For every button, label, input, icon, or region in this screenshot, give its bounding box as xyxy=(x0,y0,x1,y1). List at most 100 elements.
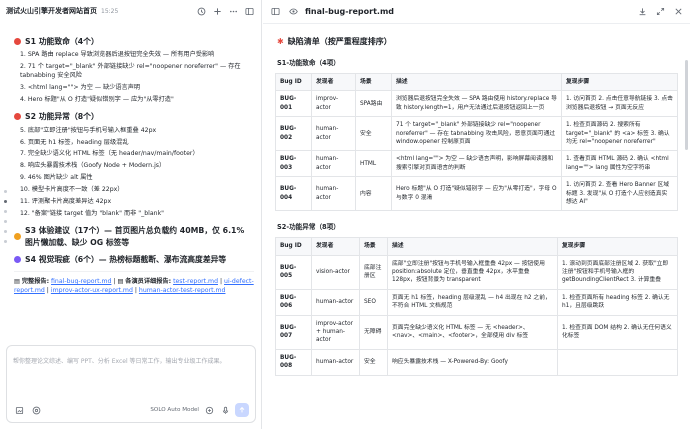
cell: improv-actor + human-actor xyxy=(311,314,360,350)
cell: 无障碍 xyxy=(359,314,388,350)
chat-message: S1 功能致命（4个） 1. SPA 路由 replace 导致浏览器后退按钮完… xyxy=(0,22,262,344)
table-row: BUG-006 human-actor SEO 页面无 h1 标签，headin… xyxy=(275,288,678,316)
document-header: final-bug-report.md xyxy=(263,0,690,24)
scrollbar-thumb[interactable] xyxy=(685,60,688,150)
cell xyxy=(557,348,678,376)
cell: BUG-001 xyxy=(275,90,312,118)
red-dot-icon xyxy=(14,38,21,46)
list-item: 2. 71 个 target="_blank" 外部链接缺少 rel="noop… xyxy=(20,63,241,80)
list-item: 11. 评测聚卡片高度差异达 42px xyxy=(20,198,112,206)
cell: 页面无 h1 标签，heading 层级混乱 — h4 出现在 h2 之前，不符… xyxy=(387,288,558,316)
cell: BUG-005 xyxy=(275,254,312,290)
preview-eye-icon[interactable] xyxy=(287,6,299,18)
section-heading-s4: S4 视觉瑕疵（6个）— 热榜标题截断、瀑布流高度差异等 xyxy=(14,254,254,265)
message-input[interactable]: 帮你整理论文综述、编写 PPT、分析 Excel 等日常工作，输出专业级工作成果… xyxy=(13,356,226,365)
composer-tools xyxy=(13,404,42,416)
cell: human-actor xyxy=(311,150,356,178)
chat-header: 测试火山引擎开发者网站首页 15:25 xyxy=(0,0,261,22)
folder-icon: ▤ xyxy=(117,278,124,286)
download-icon[interactable] xyxy=(636,6,648,18)
expand-icon[interactable] xyxy=(654,6,666,18)
cell: human-actor xyxy=(311,116,356,152)
cell: BUG-008 xyxy=(275,348,312,376)
section-title: S3 体验建议（17个）— 首页图片总负载约 40MB，仅 6.1% 图片懒加载… xyxy=(25,226,245,247)
s1-list: 1. SPA 路由 replace 导致浏览器后退按钮完全失效 — 所有用户受影… xyxy=(20,51,254,105)
cell: HTML xyxy=(355,150,392,178)
cell: 安全 xyxy=(359,348,388,376)
close-icon[interactable] xyxy=(672,6,684,18)
th-scene: 场景 xyxy=(355,72,392,92)
th-steps: 复现步骤 xyxy=(557,237,678,256)
section-heading-s1: S1 功能致命（4个） xyxy=(14,36,254,47)
cell: BUG-002 xyxy=(275,116,312,152)
cell: 底部注册区 xyxy=(359,254,388,290)
section-heading-s2: S2 功能异常（8个） xyxy=(14,111,254,122)
more-icon[interactable] xyxy=(227,5,239,17)
section-title: S2 功能异常（8个） xyxy=(25,112,99,122)
cell: 响应头暴露技术栈 — X-Powered-By: Goofy xyxy=(387,348,558,376)
cell: SPA路由 xyxy=(355,90,392,118)
bug-icon: ✱ xyxy=(277,37,284,46)
human-report-link[interactable]: human-actor-test-report.md xyxy=(139,287,226,294)
microphone-icon[interactable] xyxy=(219,404,231,416)
list-item: 12. "备案"链接 target 值为 "blank" 而非 "_blank" xyxy=(20,210,165,218)
history-icon[interactable] xyxy=(195,5,207,17)
s2-list: 5. 底部"立即注册"按钮与手机号输入框重叠 42px 6. 页面无 h1 标签… xyxy=(20,127,254,220)
list-item: 4. Hero 标题"从 O 打造"疑似错别字 — 应为"从零打造" xyxy=(20,96,174,104)
th-description: 描述 xyxy=(387,237,558,256)
cell: BUG-003 xyxy=(275,150,312,178)
cell: 1. 滚动到页面底部注册区域 2. 获取"立即注册"按钮和手机号输入框的 get… xyxy=(557,254,678,290)
section-heading-s3: S3 体验建议（17个）— 首页图片总负载约 40MB，仅 6.1% 图片懒加载… xyxy=(14,225,254,248)
attach-file-icon[interactable] xyxy=(13,404,25,416)
settings-icon[interactable] xyxy=(203,404,215,416)
new-chat-icon[interactable] xyxy=(211,5,223,17)
improv-report-link[interactable]: improv-actor-ux-report.md xyxy=(51,287,133,294)
bug-table-s1: Bug ID 发现者 场景 描述 复现步骤 BUG-001 improv-act… xyxy=(275,72,678,212)
model-selector[interactable]: SOLO Auto Model xyxy=(150,407,199,413)
cell: 页面完全缺少语义化 HTML 标签 — 无 <header>、<nav>、<ma… xyxy=(387,314,558,350)
cell: <html lang=""> 为空 — 缺少语言声明，影响屏幕阅读器和搜索引擎对… xyxy=(391,150,562,178)
final-report-link[interactable]: final-bug-report.md xyxy=(51,278,111,285)
sub-report-label: 各演员详细报告: xyxy=(125,278,172,286)
markdown-preview: ✱ 缺陷清单（按严重程度排序） S1-功能致命（4项） Bug ID 发现者 场… xyxy=(275,26,683,429)
cell: human-actor xyxy=(311,288,360,316)
cell: 1. 检查页面 DOM 结构 2. 确认无任何语义化标签 xyxy=(557,314,678,350)
test-report-link[interactable]: test-report.md xyxy=(173,278,218,285)
cell: Hero 标题"从 O 打造"疑似错别字 — 应为"从零打造"，字母 O 与数字… xyxy=(391,176,562,212)
send-button[interactable] xyxy=(235,403,249,417)
cell: 1. 访问首页 2. 查看 Hero Banner 区域标题 3. 发现"从 O… xyxy=(561,176,678,212)
cell: SEO xyxy=(359,288,388,316)
cell: human-actor xyxy=(311,348,360,376)
cell: BUG-006 xyxy=(275,288,312,316)
cell: 1. 检查页面源码 2. 搜索所有 target="_blank" 的 <a> … xyxy=(561,116,678,152)
th-scene: 场景 xyxy=(359,237,388,256)
list-item: 7. 完全缺少语义化 HTML 标签（无 header/nav/main/foo… xyxy=(20,150,199,158)
table-row: BUG-004 human-actor 内容 Hero 标题"从 O 打造"疑似… xyxy=(275,176,678,212)
cell: 1. 检查页面所有 heading 标签 2. 确认无 h1，且层级跳跃 xyxy=(557,288,678,316)
report-label: 完整报告: xyxy=(21,278,50,286)
scroll-indicator[interactable] xyxy=(4,190,7,243)
report-links: ▤ 完整报告: final-bug-report.md | ▤ 各演员详细报告:… xyxy=(14,271,254,296)
table-row: BUG-008 human-actor 安全 响应头暴露技术栈 — X-Powe… xyxy=(275,348,678,376)
th-finder: 发现者 xyxy=(311,72,356,92)
sidebar-toggle-icon[interactable] xyxy=(269,6,281,18)
collapse-panel-icon[interactable] xyxy=(243,5,255,17)
cell: 1. 查看页面 HTML 源码 2. 确认 <html lang=""> lan… xyxy=(561,150,678,178)
message-composer[interactable]: 帮你整理论文综述、编写 PPT、分析 Excel 等日常工作，输出专业级工作成果… xyxy=(6,345,256,423)
cell: 浏览器后退按钮完全失效 — SPA 路由使用 history.replace 导… xyxy=(391,90,562,118)
table-header-row: Bug ID 发现者 场景 描述 复现步骤 xyxy=(275,237,678,256)
mention-icon[interactable] xyxy=(30,404,42,416)
cell: human-actor xyxy=(311,176,356,212)
list-item: 3. <html lang=""> 为空 — 缺少语言声明 xyxy=(20,84,141,92)
table-row: BUG-005 vision-actor 底部注册区 底部"立即注册"按钮与手机… xyxy=(275,254,678,290)
cell: BUG-007 xyxy=(275,314,312,350)
table-header-row: Bug ID 发现者 场景 描述 复现步骤 xyxy=(275,72,678,92)
section-title: S1 功能致命（4个） xyxy=(25,37,99,46)
list-item: 5. 底部"立即注册"按钮与手机号输入框重叠 42px xyxy=(20,126,157,134)
section-heading: ✱ 缺陷清单（按严重程度排序） xyxy=(277,36,683,47)
app-window: 测试火山引擎开发者网站首页 15:25 S1 功能致命（4个） 1. SPA 路… xyxy=(0,0,690,429)
cell: 1. 访问首页 2. 点击任意导航链接 3. 点击浏览器后退按钮 → 页面无反应 xyxy=(561,90,678,118)
cell: 71 个 target="_blank" 外部链接缺少 rel="noopene… xyxy=(391,116,562,152)
table2-title: S2-功能异常（8项） xyxy=(277,223,340,232)
cell: vision-actor xyxy=(311,254,360,290)
